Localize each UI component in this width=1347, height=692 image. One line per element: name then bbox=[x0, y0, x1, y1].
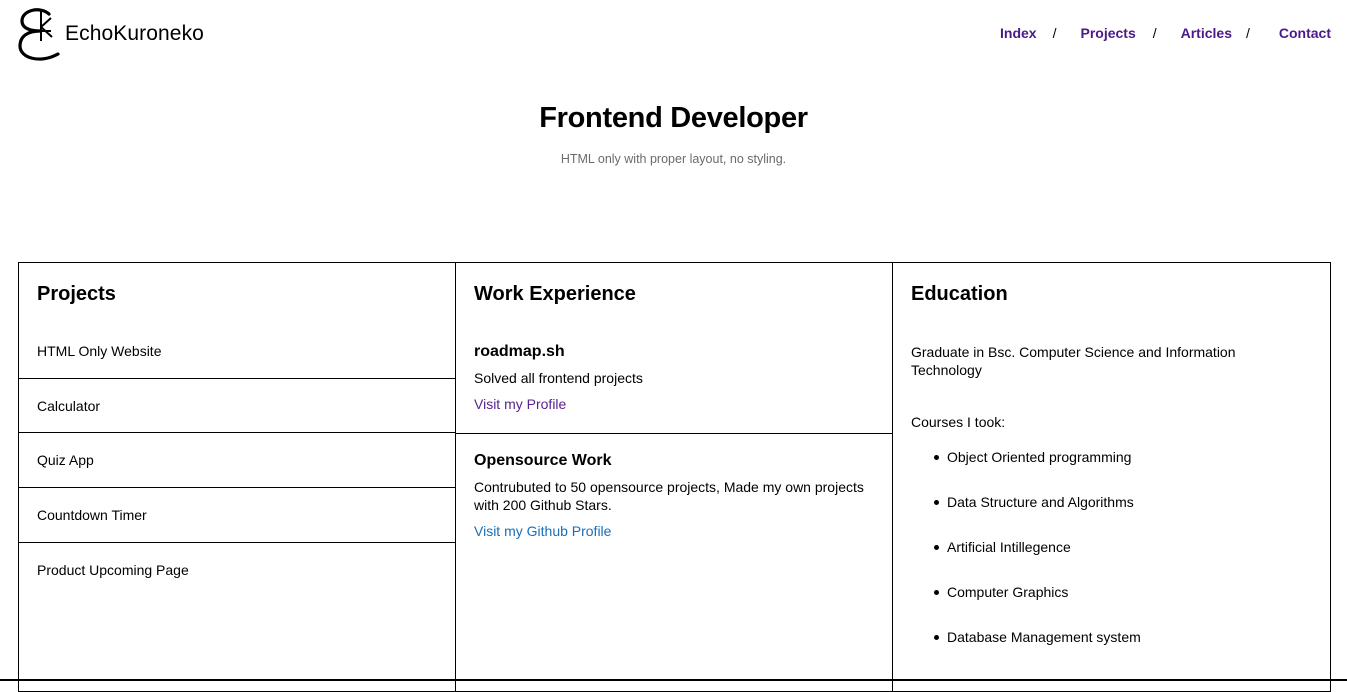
course-item: Computer Graphics bbox=[934, 583, 1312, 628]
courses-label: Courses I took: bbox=[911, 414, 1006, 430]
visit-profile-link[interactable]: Visit my Profile bbox=[474, 396, 566, 412]
nav-link-projects[interactable]: Projects bbox=[1080, 25, 1135, 41]
page-title: Frontend Developer bbox=[539, 102, 808, 134]
job-description: Contrubuted to 50 opensource projects, M… bbox=[474, 479, 864, 513]
education-body: Graduate in Bsc. Computer Science and In… bbox=[893, 327, 1330, 673]
project-item[interactable]: Quiz App bbox=[19, 433, 455, 488]
course-item: Database Management system bbox=[934, 628, 1312, 673]
nav-link-contact[interactable]: Contact bbox=[1279, 25, 1331, 41]
brand-logo[interactable]: EchoKuroneko bbox=[18, 8, 204, 62]
job-entry: roadmap.sh Solved all frontend projects … bbox=[456, 327, 892, 434]
hero-section: Frontend Developer HTML only with proper… bbox=[0, 102, 1347, 166]
visit-github-link[interactable]: Visit my Github Profile bbox=[474, 523, 611, 539]
project-item[interactable]: HTML Only Website bbox=[19, 327, 455, 379]
projects-column: Projects HTML Only Website Calculator Qu… bbox=[19, 263, 456, 691]
main-nav: Index / Projects / Articles / Contact bbox=[1000, 25, 1331, 41]
degree-text: Graduate in Bsc. Computer Science and In… bbox=[911, 344, 1236, 378]
courses-list: Object Oriented programming Data Structu… bbox=[911, 448, 1312, 673]
education-heading: Education bbox=[911, 283, 1008, 305]
nav-link-index[interactable]: Index bbox=[1000, 25, 1037, 41]
ek-monogram-icon bbox=[18, 8, 60, 61]
content-grid: Projects HTML Only Website Calculator Qu… bbox=[18, 262, 1331, 692]
course-item: Object Oriented programming bbox=[934, 448, 1312, 493]
education-column: Education Graduate in Bsc. Computer Scie… bbox=[893, 263, 1330, 691]
job-title: Opensource Work bbox=[474, 452, 612, 469]
work-column: Work Experience roadmap.sh Solved all fr… bbox=[456, 263, 893, 691]
page-subtitle: HTML only with proper layout, no styling… bbox=[560, 152, 787, 166]
job-entry: Opensource Work Contrubuted to 50 openso… bbox=[456, 434, 892, 541]
nav-separator: / bbox=[1152, 25, 1157, 41]
nav-separator: / bbox=[1245, 25, 1250, 41]
job-description: Solved all frontend projects bbox=[474, 370, 643, 386]
nav-link-articles[interactable]: Articles bbox=[1181, 25, 1232, 41]
nav-separator: / bbox=[1052, 25, 1057, 41]
work-heading: Work Experience bbox=[474, 283, 636, 305]
site-header: EchoKuroneko Index / Projects / Articles… bbox=[0, 0, 1347, 70]
brand-name: EchoKuroneko bbox=[65, 22, 204, 45]
course-item: Data Structure and Algorithms bbox=[934, 493, 1312, 538]
projects-heading: Projects bbox=[37, 283, 116, 305]
course-item: Artificial Intillegence bbox=[934, 538, 1312, 583]
projects-list: HTML Only Website Calculator Quiz App Co… bbox=[19, 327, 455, 598]
project-item[interactable]: Product Upcoming Page bbox=[19, 543, 455, 598]
project-item[interactable]: Countdown Timer bbox=[19, 488, 455, 543]
project-item[interactable]: Calculator bbox=[19, 379, 455, 433]
job-title: roadmap.sh bbox=[474, 343, 565, 360]
